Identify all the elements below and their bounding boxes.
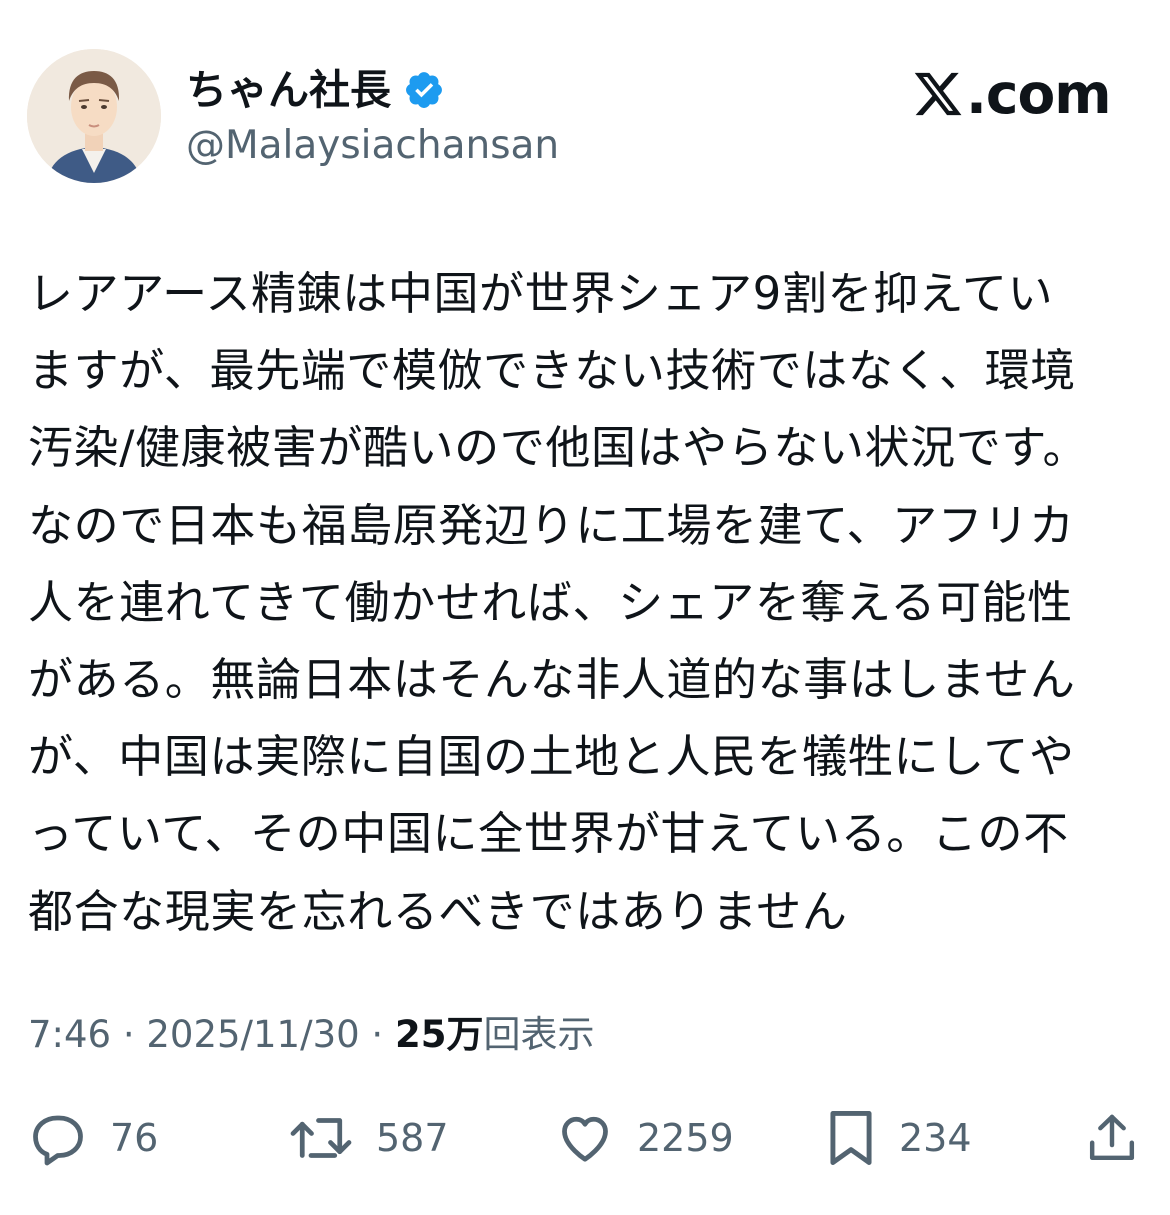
post-text-line: が、中国は実際に自国の土地と人民を犠牲にしてや	[28, 730, 1075, 784]
post-text-line: がある。無論日本はそんな非人道的な事はしません	[28, 652, 1076, 706]
post-text-line: っていて、その中国に全世界が甘えている。この不	[28, 807, 1069, 861]
repost-icon	[290, 1118, 352, 1158]
post-text-line: なので日本も福島原発辺りに工場を建て、アフリカ	[28, 498, 1075, 552]
like-icon	[562, 1116, 608, 1162]
bookmark-count: 234	[899, 1116, 972, 1160]
reply-icon	[33, 1115, 83, 1166]
post-text-line: レアアース精錬は中国が世界シェア9割を抑えてい	[28, 267, 1054, 320]
bookmark-button[interactable]: 234	[825, 1102, 972, 1174]
like-button[interactable]: 2259	[555, 1102, 734, 1174]
post-text-line: ますが、最先端で模倣できない技術ではなく、環境	[28, 344, 1076, 398]
post-text-line: 都合な現実を忘れるべきではありません	[28, 884, 848, 938]
display-name[interactable]: ちゃん社長	[186, 62, 391, 118]
post-text-line: 人を連れてきて働かせれば、シェアを奪える可能性	[28, 575, 1073, 629]
repost-count: 587	[376, 1116, 449, 1160]
share-icon	[1089, 1114, 1135, 1161]
x-logo-icon	[914, 72, 962, 116]
meta-separator: ·	[371, 1013, 384, 1056]
display-name-row: ちゃん社長	[186, 62, 445, 118]
bookmark-icon	[830, 1111, 872, 1165]
post-text-line: 汚染/健康被害が酷いので他国はやらない状況です。	[28, 421, 1089, 475]
brand-domain-text: .com	[966, 62, 1112, 126]
avatar-illustration	[27, 49, 161, 183]
views-count: 25万	[394, 1013, 484, 1056]
repost-button[interactable]: 587	[288, 1102, 449, 1174]
post-meta: 7:46 · 2025/11/30 · 25万回表示	[28, 1008, 594, 1062]
share-button[interactable]	[1084, 1102, 1140, 1174]
author-handle[interactable]: @Malaysiachansan	[186, 121, 559, 171]
post-header: ちゃん社長 @Malaysiachansan .com	[0, 0, 1170, 200]
post-time[interactable]: 7:46	[28, 1013, 111, 1056]
brand-watermark: .com	[912, 62, 1112, 126]
reply-button[interactable]: 76	[28, 1102, 158, 1174]
post-date[interactable]: 2025/11/30	[146, 1013, 359, 1056]
meta-separator: ·	[122, 1013, 135, 1056]
verified-badge-icon	[406, 72, 442, 108]
post-body: レアアース精錬は中国が世界シェア9割を抑えてい ますが、最先端で模倣できない技術…	[28, 255, 1133, 950]
reply-count: 76	[110, 1116, 159, 1160]
action-bar: 76 587 2259 234	[0, 1102, 1170, 1174]
like-count: 2259	[637, 1116, 734, 1160]
views-label: 回表示	[483, 1013, 595, 1056]
avatar[interactable]	[27, 49, 161, 183]
